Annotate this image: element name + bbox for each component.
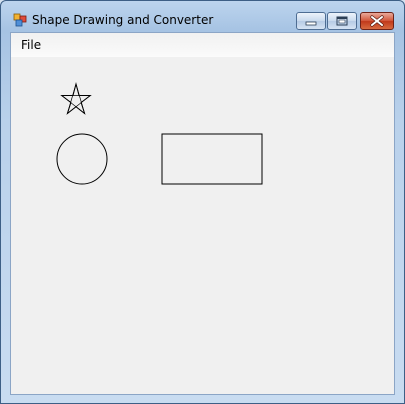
maximize-icon [336,16,348,26]
main-window: Shape Drawing and Converter File [0,0,405,404]
window-title: Shape Drawing and Converter [32,13,214,27]
drawing-canvas[interactable] [11,57,394,394]
circle-shape[interactable] [56,133,108,185]
maximize-button[interactable] [327,12,357,30]
menu-item-file[interactable]: File [21,38,41,52]
minimize-icon [305,21,317,26]
title-bar[interactable]: Shape Drawing and Converter [1,1,404,32]
client-area: File [10,32,395,395]
menu-bar: File [11,33,394,57]
app-icon [13,13,27,27]
close-icon [370,15,384,27]
star-inner-line [67,83,77,114]
minimize-button[interactable] [296,12,326,30]
star-inner-line [61,95,85,114]
star-inner-line [75,83,85,114]
star-inner-line [67,95,91,114]
rectangle-shape[interactable] [161,133,263,185]
close-button[interactable] [360,12,394,30]
